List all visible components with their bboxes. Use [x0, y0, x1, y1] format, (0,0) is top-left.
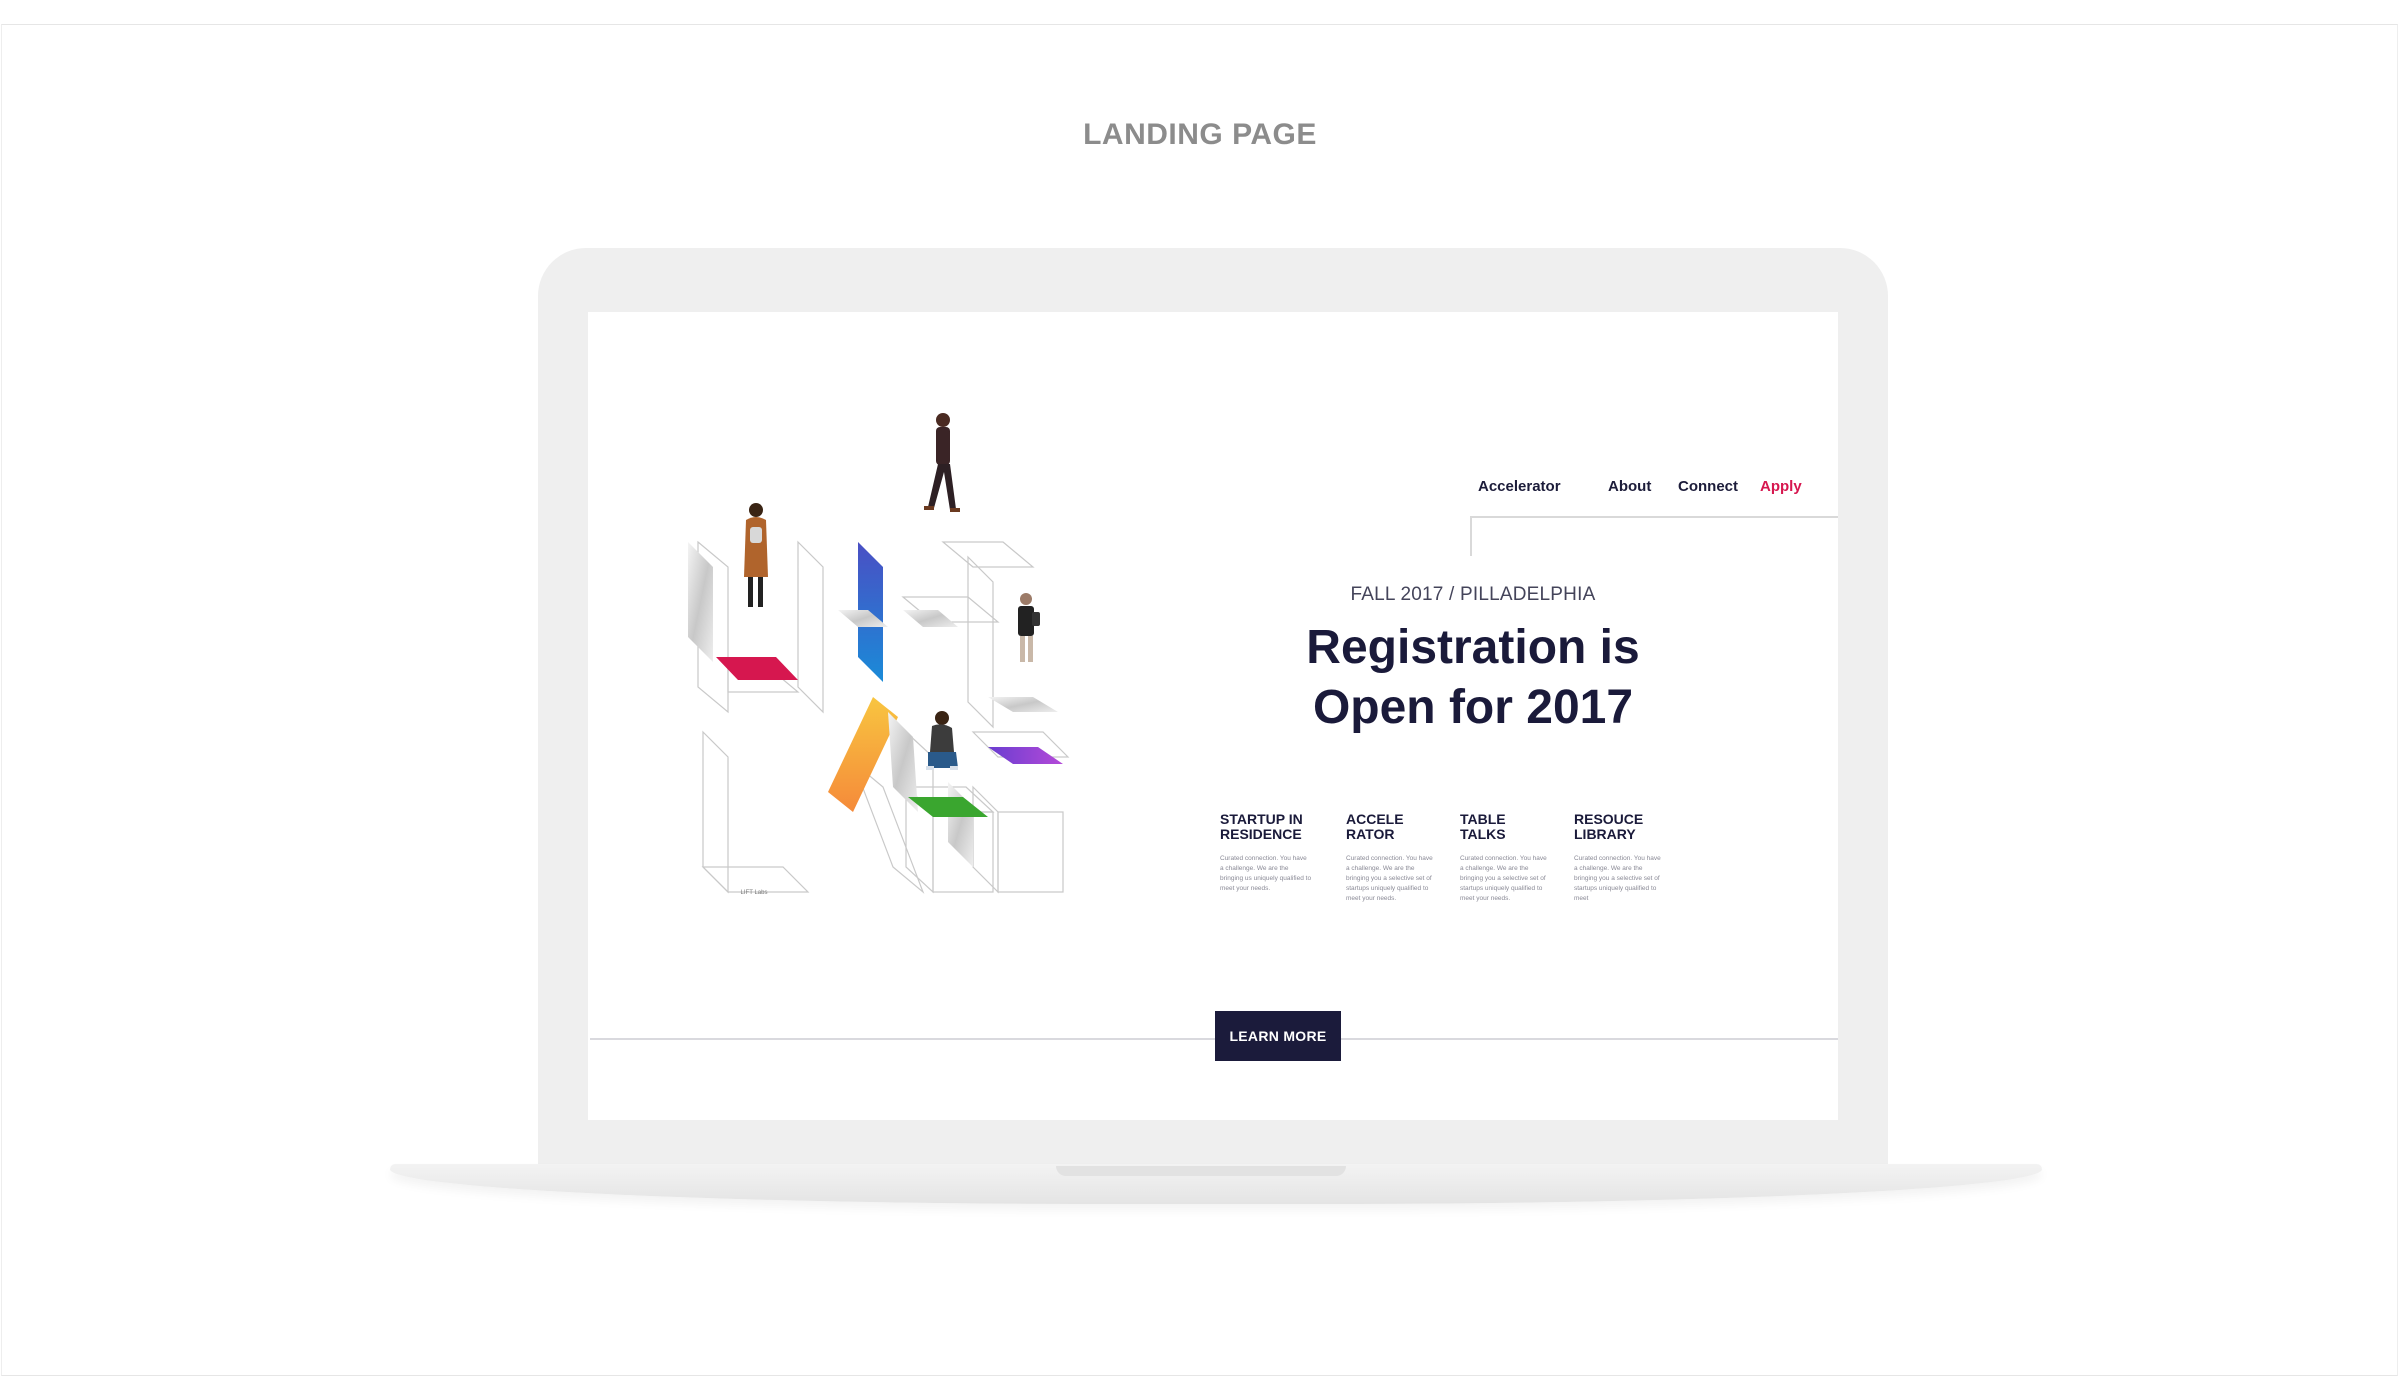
feature-body: Curated connection. You have a challenge… [1220, 855, 1312, 892]
feature-title: TABLE TALKS [1460, 811, 1506, 842]
green-floor [908, 797, 988, 817]
letter-s-box-outline [997, 811, 1064, 893]
feature-body: Curated connection. You have a challenge… [1574, 855, 1661, 902]
letter-s-box-side-outline [972, 785, 999, 894]
gray-floor-f2 [903, 610, 958, 627]
letter-t-top-outline [941, 541, 1035, 568]
hero-eyebrow: FALL 2017 / PILLADELPHIA [1350, 584, 1596, 605]
feature-startup-in-residence: STARTUP IN RESIDENCE Curated connection.… [1220, 812, 1312, 894]
section-title: LANDING PAGE [1083, 118, 1317, 151]
section-divider [590, 1038, 1838, 1040]
letter-l2-base-outline [701, 866, 810, 893]
person-standing [1018, 593, 1040, 662]
nav-apply[interactable]: Apply [1760, 478, 1802, 495]
purple-floor [988, 747, 1063, 764]
feature-resource-library: RESOUCE LIBRARY Curated connection. You … [1574, 812, 1666, 904]
nav-accelerator[interactable]: Accelerator [1478, 478, 1561, 495]
person-sitting [926, 711, 958, 770]
nav-about[interactable]: About [1608, 478, 1651, 495]
learn-more-button[interactable]: LEARN MORE [1215, 1011, 1341, 1061]
lift-labs-small-logo: LIFT Labs [740, 890, 768, 896]
feature-title: STARTUP IN RESIDENCE [1220, 811, 1303, 842]
letter-i-outline [797, 540, 824, 714]
feature-title: ACCELE RATOR [1346, 811, 1404, 842]
orange-panel [828, 697, 898, 812]
feature-body: Curated connection. You have a challenge… [1346, 855, 1433, 902]
feature-body: Curated connection. You have a challenge… [1460, 855, 1547, 902]
hero-headline: Registration is Open for 2017 [1306, 621, 1640, 734]
letter-l-gray-panel [688, 542, 713, 662]
feature-title: RESOUCE LIBRARY [1574, 811, 1644, 842]
gray-floor-t [988, 697, 1058, 712]
nav-divider-tick [1470, 516, 1472, 556]
letter-t-stem-outline [967, 555, 994, 729]
laptop-screen: LIFT Labs Accelerator About Connect Appl… [588, 312, 1838, 1120]
letter-l2-outline [702, 730, 729, 894]
feature-table-talks: TABLE TALKS Curated connection. You have… [1460, 812, 1552, 904]
top-nav: Accelerator About Connect Apply [588, 478, 1838, 498]
person-with-backpack [744, 503, 768, 607]
gray-panel-b [948, 782, 973, 867]
laptop-notch [1056, 1166, 1346, 1176]
feature-accelerator: ACCELE RATOR Curated connection. You hav… [1346, 812, 1438, 904]
nav-connect[interactable]: Connect [1678, 478, 1738, 495]
nav-divider [1470, 516, 1838, 518]
